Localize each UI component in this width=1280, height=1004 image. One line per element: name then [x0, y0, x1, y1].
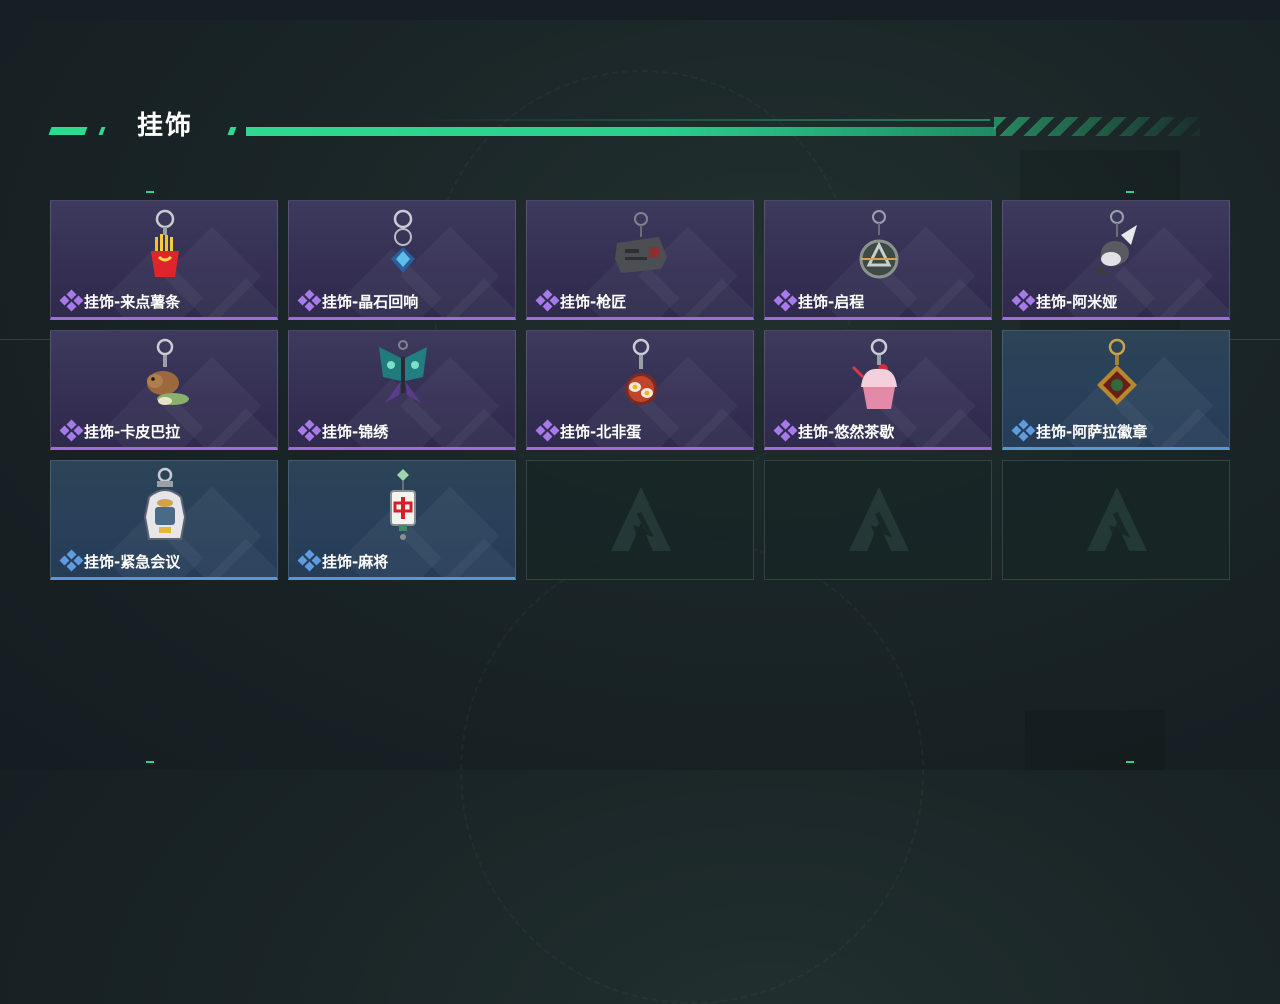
charm-name: 挂饰-紧急会议: [84, 553, 181, 571]
header-accent-tick: [98, 127, 106, 135]
cupcake-charm-icon: [851, 338, 897, 409]
gunsmith-charm-icon: [615, 212, 667, 273]
header-thin-line: [420, 119, 990, 121]
divider-left: [0, 339, 50, 340]
empty-slot: [1002, 460, 1230, 580]
charm-card[interactable]: 挂饰-阿米娅: [1002, 200, 1230, 320]
header-accent-tick: [227, 127, 237, 135]
charm-name: 挂饰-卡皮巴拉: [84, 423, 181, 441]
charm-card[interactable]: 挂饰-紧急会议: [50, 460, 278, 580]
charm-card[interactable]: 挂饰-来点薯条: [50, 200, 278, 320]
emergency-meeting-charm-icon: [143, 467, 187, 540]
crystal-charm-icon: [391, 209, 415, 273]
header-accent-tab: [48, 127, 88, 135]
top-bar: [0, 0, 1280, 20]
mahjong-tile-charm-icon: [390, 469, 416, 540]
rarity-icon: [535, 289, 560, 312]
charm-card[interactable]: 挂饰-锦绣: [288, 330, 516, 450]
shakshuka-charm-icon: [625, 338, 657, 405]
charm-card[interactable]: 挂饰-悠然茶歇: [764, 330, 992, 450]
header-accent-bar: [246, 127, 996, 136]
rarity-icon: [297, 419, 322, 442]
charm-card[interactable]: 挂饰-麻将: [288, 460, 516, 580]
rarity-icon: [297, 549, 322, 572]
rarity-icon: [59, 289, 84, 312]
header-stripes: [994, 117, 1200, 136]
charm-name: 挂饰-麻将: [322, 553, 389, 571]
rarity-icon: [1011, 289, 1036, 312]
empty-slot: [764, 460, 992, 580]
departure-emblem-charm-icon: [859, 210, 899, 279]
charm-grid: 挂饰-来点薯条 挂饰-晶石回响 挂饰-枪匠 挂饰-启程 挂饰-阿米娅 挂饰-卡皮…: [50, 200, 1230, 580]
charm-name: 挂饰-来点薯条: [84, 293, 181, 311]
empty-slot: [526, 460, 754, 580]
charm-card[interactable]: 挂饰-启程: [764, 200, 992, 320]
charm-name: 挂饰-悠然茶歇: [798, 423, 895, 441]
corner-tick: [146, 191, 154, 193]
rarity-icon: [1011, 419, 1036, 442]
rarity-icon: [773, 419, 798, 442]
charm-card[interactable]: 挂饰-北非蛋: [526, 330, 754, 450]
corner-tick: [1126, 761, 1134, 763]
rarity-icon: [59, 419, 84, 442]
rarity-icon: [773, 289, 798, 312]
amiya-charm-icon: [1095, 210, 1137, 275]
background-block: [1025, 710, 1165, 770]
charm-card[interactable]: 挂饰-枪匠: [526, 200, 754, 320]
charm-name: 挂饰-阿萨拉徽章: [1036, 423, 1148, 441]
section-title: 挂饰: [137, 111, 194, 141]
game-logo-icon: [1087, 487, 1147, 551]
charm-card[interactable]: 挂饰-晶石回响: [288, 200, 516, 320]
charm-card[interactable]: 挂饰-阿萨拉徽章: [1002, 330, 1230, 450]
charm-name: 挂饰-北非蛋: [560, 423, 642, 441]
corner-tick: [1126, 191, 1134, 193]
corner-tick: [146, 761, 154, 763]
charm-name: 挂饰-阿米娅: [1036, 293, 1118, 311]
rarity-icon: [59, 549, 84, 572]
butterfly-charm-icon: [379, 340, 427, 403]
rarity-icon: [535, 419, 560, 442]
charm-name: 挂饰-晶石回响: [322, 293, 419, 311]
charm-name: 挂饰-锦绣: [322, 423, 389, 441]
divider-right: [1230, 339, 1280, 340]
capybara-charm-icon: [147, 338, 189, 405]
game-logo-icon: [611, 487, 671, 551]
background-ring: [460, 540, 924, 1004]
game-logo-icon: [849, 487, 909, 551]
charm-card[interactable]: 挂饰-卡皮巴拉: [50, 330, 278, 450]
charm-name: 挂饰-枪匠: [560, 293, 627, 311]
charm-name: 挂饰-启程: [798, 293, 865, 311]
rarity-icon: [297, 289, 322, 312]
asala-badge-charm-icon: [1097, 338, 1137, 405]
french-fries-charm-icon: [151, 209, 179, 277]
